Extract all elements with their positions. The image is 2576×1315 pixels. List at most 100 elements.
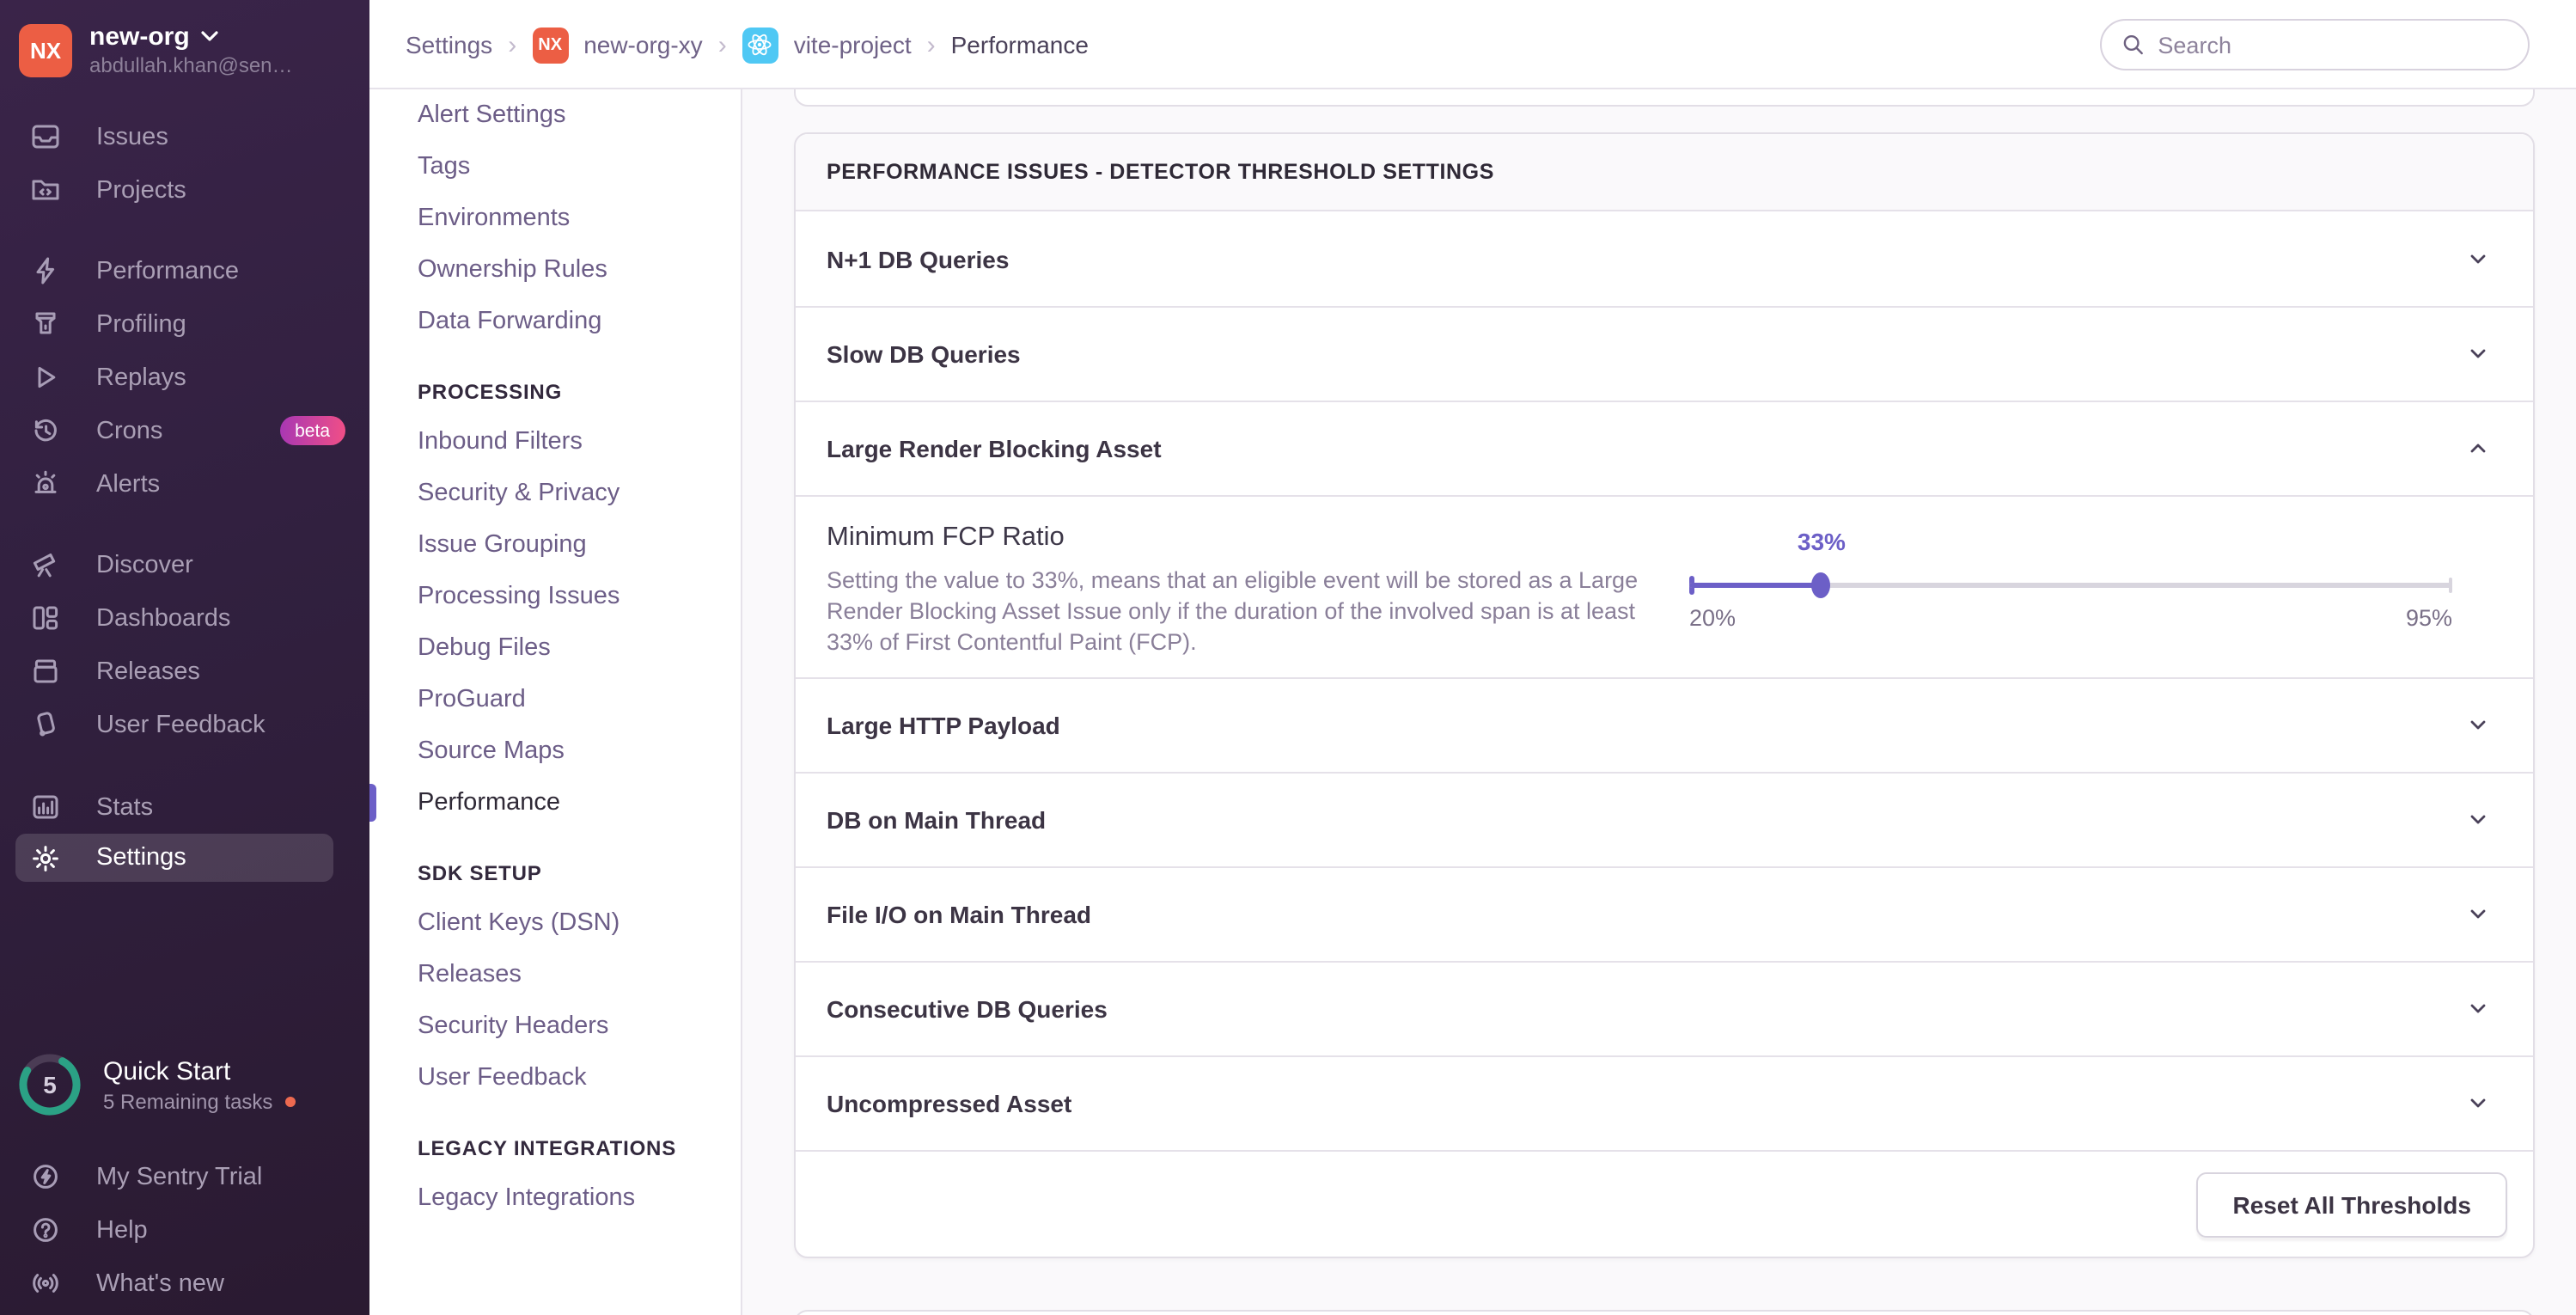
accordion-row-large-render-blocking-asset[interactable]: Large Render Blocking Asset [796,401,2533,495]
subnav-item-user-feedback[interactable]: User Feedback [369,1052,741,1104]
quick-start-panel[interactable]: 5 Quick Start 5 Remaining tasks [17,1052,354,1117]
subnav-item-performance[interactable]: Performance [369,777,741,829]
slider-fill [1689,583,1822,588]
subnav-item-tags[interactable]: Tags [369,141,741,193]
accordion-row-n-plus-one-db-queries[interactable]: N+1 DB Queries [796,211,2533,306]
previous-card-edge [794,89,2535,107]
main-content: PERFORMANCE ISSUES - DETECTOR THRESHOLD … [742,89,2576,1315]
search-bar[interactable] [2100,19,2530,70]
sidebar-item-performance[interactable]: Performance [0,244,369,297]
org-name: new-org [89,22,190,52]
breadcrumb-separator: › [508,30,517,59]
large-render-blocking-asset-detail: Minimum FCP Ratio Setting the value to 3… [796,495,2533,677]
sidebar-item-help[interactable]: Help [0,1203,369,1257]
accordion-row-slow-db-queries[interactable]: Slow DB Queries [796,306,2533,401]
subnav-item-legacy-integrations[interactable]: Legacy Integrations [369,1172,741,1224]
sidebar-item-discover[interactable]: Discover [0,538,369,591]
sidebar-item-replays[interactable]: Replays [0,351,369,404]
breadcrumb: Settings › NX new-org-xy › vite-project … [406,0,1089,89]
subnav-group-sdk-setup: SDK SETUP [418,861,542,885]
slider-track[interactable] [1689,583,2452,588]
sidebar-item-crons[interactable]: Crons beta [0,404,369,457]
slider-thumb[interactable] [1811,572,1831,598]
breadcrumb-org[interactable]: new-org-xy [583,31,703,58]
slider-min-label: 20% [1689,605,1737,631]
sidebar-item-user-feedback[interactable]: User Feedback [0,698,369,751]
next-card-edge [794,1310,2535,1315]
accordion-row-db-on-main-thread[interactable]: DB on Main Thread [796,772,2533,866]
search-input[interactable] [2158,32,2507,58]
broadcast-icon [33,1274,58,1293]
subnav-item-alert-settings[interactable]: Alert Settings [369,89,741,141]
sidebar-item-whats-new[interactable]: What's new [0,1257,369,1310]
primary-nav: Issues Projects Performance Profiling Re… [0,110,369,882]
chevron-down-icon [2470,349,2486,358]
sidebar-item-dashboards[interactable]: Dashboards [0,591,369,645]
chevron-down-icon [2470,720,2486,730]
breadcrumb-settings[interactable]: Settings [406,31,492,58]
subnav-item-releases[interactable]: Releases [369,949,741,1000]
accordion-row-file-io-on-main-thread[interactable]: File I/O on Main Thread [796,866,2533,961]
sidebar-item-projects[interactable]: Projects [0,163,369,217]
search-icon [2123,34,2143,55]
subnav-item-issue-grouping[interactable]: Issue Grouping [369,519,741,571]
primary-sidebar: NX new-org abdullah.khan@sen… Issues Pro… [0,0,369,1315]
org-avatar: NX [19,24,72,78]
top-header: Settings › NX new-org-xy › vite-project … [369,0,2576,89]
card-footer: Reset All Thresholds [796,1150,2533,1257]
sidebar-footer: My Sentry Trial Help What's new [0,1150,369,1310]
slider-value-label: 33% [1797,528,1846,555]
gear-icon [33,845,58,871]
chevron-up-icon [2470,443,2486,453]
chevron-down-icon [2470,1004,2486,1013]
breadcrumb-separator: › [926,30,936,59]
breadcrumb-project[interactable]: vite-project [794,31,912,58]
sidebar-item-releases[interactable]: Releases [0,645,369,698]
subnav-group-processing: PROCESSING [418,380,563,404]
reset-all-thresholds-button[interactable]: Reset All Thresholds [2196,1172,2507,1238]
chevron-down-icon [2470,909,2486,919]
fcp-ratio-slider: 33% 20% 95% [1689,497,2452,679]
threshold-settings-card: PERFORMANCE ISSUES - DETECTOR THRESHOLD … [794,132,2535,1258]
quick-start-progress-ring: 5 [17,1052,82,1117]
app: NX new-org abdullah.khan@sen… Issues Pro… [0,0,2576,1315]
fcp-ratio-description: Setting the value to 33%, means that an … [827,567,1639,655]
sidebar-item-issues[interactable]: Issues [0,110,369,163]
crons-icon [34,419,57,442]
subnav-item-inbound-filters[interactable]: Inbound Filters [369,416,741,468]
releases-icon [34,659,58,683]
subnav-item-processing-issues[interactable]: Processing Issues [369,571,741,622]
accordion-row-consecutive-db-queries[interactable]: Consecutive DB Queries [796,961,2533,1055]
chevron-down-icon [202,31,219,41]
org-switcher[interactable]: NX new-org abdullah.khan@sen… [19,22,354,79]
dashboards-icon [33,606,58,630]
subnav-item-ownership-rules[interactable]: Ownership Rules [369,244,741,296]
org-badge: NX [532,27,569,63]
slider-end-cap [2448,578,2452,593]
subnav-item-source-maps[interactable]: Source Maps [369,725,741,777]
sidebar-item-profiling[interactable]: Profiling [0,297,369,351]
chevron-down-icon [2470,1098,2486,1108]
subnav-item-client-keys[interactable]: Client Keys (DSN) [369,897,741,949]
quick-start-count: 5 [43,1071,57,1098]
sidebar-item-stats[interactable]: Stats [0,780,369,834]
panel-title: PERFORMANCE ISSUES - DETECTOR THRESHOLD … [796,134,2533,211]
subnav-item-proguard[interactable]: ProGuard [369,674,741,725]
slider-max-label: 95% [2405,605,2452,631]
subnav-item-data-forwarding[interactable]: Data Forwarding [369,296,741,347]
accordion-row-large-http-payload[interactable]: Large HTTP Payload [796,677,2533,772]
breadcrumb-separator: › [717,30,727,59]
accordion-row-uncompressed-asset[interactable]: Uncompressed Asset [796,1055,2533,1150]
chevron-down-icon [2470,815,2486,824]
sidebar-item-alerts[interactable]: Alerts [0,457,369,511]
quick-start-subtitle: 5 Remaining tasks [103,1089,273,1113]
issues-icon [32,125,59,149]
sidebar-item-settings[interactable]: Settings [15,834,333,882]
replays-icon [38,366,56,388]
subnav-item-security-privacy[interactable]: Security & Privacy [369,468,741,519]
subnav-item-debug-files[interactable]: Debug Files [369,622,741,674]
breadcrumb-current-page: Performance [950,31,1089,58]
subnav-item-security-headers[interactable]: Security Headers [369,1000,741,1052]
subnav-item-environments[interactable]: Environments [369,193,741,244]
sidebar-item-my-sentry-trial[interactable]: My Sentry Trial [0,1150,369,1203]
